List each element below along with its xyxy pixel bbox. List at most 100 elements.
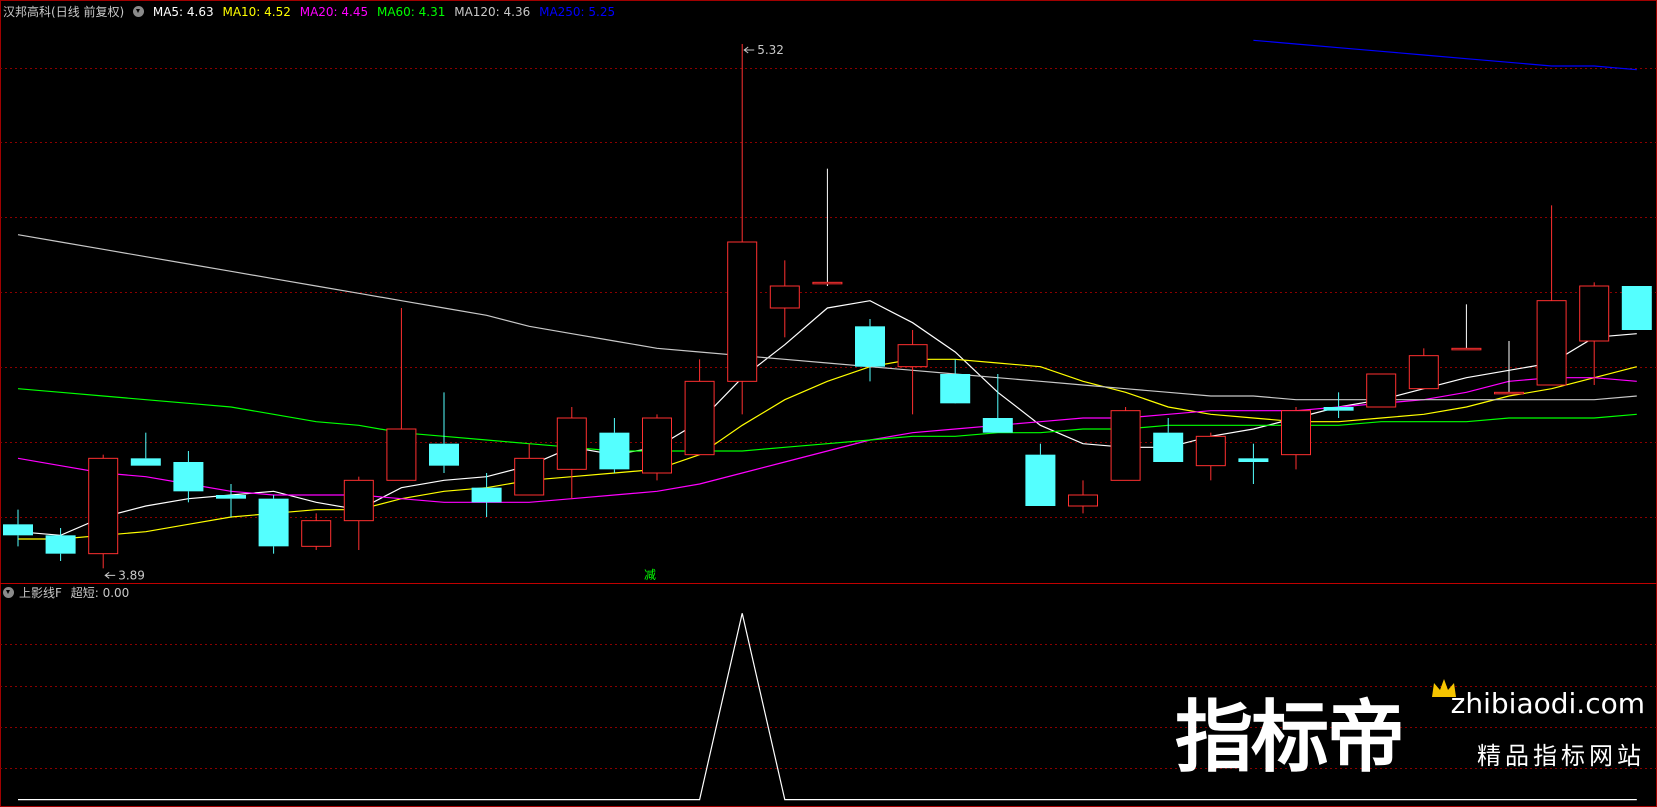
candle-body-down [45,535,76,554]
ma10-label: MA10: 4.52 [222,5,291,19]
candle [471,473,502,517]
candle [386,308,417,481]
candlesticks [3,44,1652,569]
candle-body-down [855,326,885,367]
candle [130,432,161,466]
indicator-header: 上影线F 超短: 0.00 [3,585,134,601]
ma5-label: MA5: 4.63 [152,5,214,19]
main-chart-header: 汉邦高科(日线 前复权) MA5: 4.63 MA10: 4.52 MA20: … [3,4,620,20]
settings-dropdown-icon[interactable] [133,6,145,17]
candle [1281,407,1311,470]
candle-body-down [429,443,459,466]
candle-body-up [1451,347,1482,351]
candle [343,476,374,550]
candle-body-up [556,417,587,470]
watermark-site: zhibiaodi.com [1450,687,1645,720]
candle [514,443,545,496]
candle-body-up [769,285,800,309]
watermark: 指标帝 zhibiaodi.com 精品指标网站 [1175,677,1645,777]
candle [812,168,843,286]
candle [769,260,800,338]
candle-body-up [1110,410,1141,481]
watermark-brand: 指标帝 [1175,693,1405,783]
candle-body-up [642,417,672,474]
candle [1110,407,1141,481]
candle [1579,282,1610,385]
candle-body-up [1494,391,1524,395]
candle [3,509,33,547]
candle [1451,304,1482,351]
candle-body-up [1579,285,1610,342]
candle-body-up [301,520,332,547]
candle-body-down [1025,454,1056,506]
high-price-label: 5.32 [757,43,784,57]
candle-body-up [1068,494,1098,507]
candle-body-down [3,524,33,536]
moving-average-lines [17,39,1637,540]
candle-body-down [940,374,971,404]
candle-body-down [599,432,630,470]
candle [599,418,630,473]
period-label: (日线 前复权) [51,5,125,19]
candle [258,495,289,554]
candle [301,513,332,550]
candle-body-down [173,462,204,492]
candle-body-up [386,428,417,481]
candle [1068,480,1098,514]
candle-body-up [897,344,928,368]
candle-body-up [1366,373,1397,408]
ma20-label: MA20: 4.45 [299,5,369,19]
candle [727,44,758,415]
candle [1408,348,1439,390]
candle-body-down [1621,286,1652,330]
candle [1025,443,1056,506]
candle-body-up [684,380,715,456]
ma60-label: MA60: 4.31 [376,5,446,19]
ma250-line [1253,39,1637,71]
candle-body-down [1238,458,1269,462]
candle [1238,443,1269,484]
candle [1494,341,1524,395]
candle [1366,373,1397,408]
candle [45,528,76,561]
high-arrow-icon [743,46,755,54]
candle-body-up [1195,435,1226,467]
candle [429,392,459,473]
ma120-label: MA120: 4.36 [454,5,531,19]
indicator-name: 上影线F [19,586,62,600]
candle [1195,432,1226,481]
candle [684,359,715,456]
watermark-tagline: 精品指标网站 [1477,742,1645,770]
candle-body-down [1153,432,1184,462]
candle [1621,286,1652,330]
candle [1153,418,1184,462]
candle [897,330,928,415]
candle-body-down [130,458,161,466]
candle-body-up [514,457,545,496]
candle [88,454,119,569]
candle-body-up [1281,410,1311,456]
low-arrow-icon [104,571,116,579]
price-annotations: 5.32 3.89 减 [104,43,784,582]
candle [556,407,587,499]
indicator-dropdown-icon[interactable] [3,587,14,598]
candle-body-up [727,241,758,382]
candle [173,451,204,503]
stock-name: 汉邦高科 [3,5,52,19]
candle-body-up [343,479,374,522]
candle [940,359,971,404]
candle-body-down [258,498,289,547]
candle [642,414,672,481]
candle-body-up [812,281,843,285]
ma250-label: MA250: 5.25 [539,5,616,19]
indicator-value: 超短: 0.00 [70,586,130,600]
low-price-label: 3.89 [118,568,145,582]
signal-marker-label: 减 [644,568,656,582]
candle-body-down [1323,407,1354,411]
candle-body-down [216,495,246,499]
candle [855,319,885,382]
candle [1536,205,1567,386]
candle-body-down [982,418,1013,433]
candle-body-up [88,457,119,555]
candle-body-down [471,487,502,503]
